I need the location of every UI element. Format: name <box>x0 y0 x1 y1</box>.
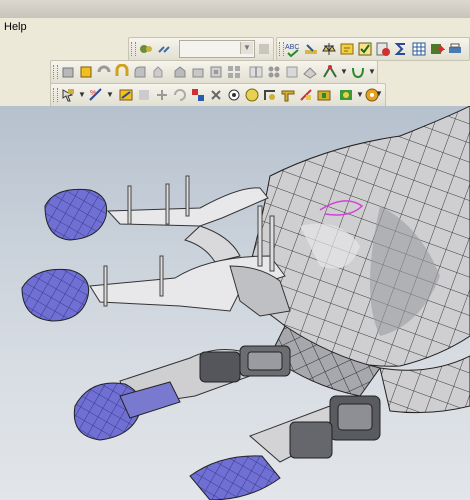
balance-icon[interactable] <box>321 41 337 57</box>
features-toolbar: ▼ ▼ <box>50 60 378 84</box>
appearance-icon[interactable] <box>338 87 354 103</box>
pattern-icon[interactable] <box>226 64 242 80</box>
mate-icon[interactable] <box>136 87 152 103</box>
section-icon[interactable] <box>262 87 278 103</box>
rib-icon[interactable] <box>208 64 224 80</box>
color-icon[interactable] <box>244 87 260 103</box>
chamfer-icon[interactable] <box>150 64 166 80</box>
graphics-viewport[interactable] <box>0 106 470 500</box>
select-icon[interactable] <box>60 87 76 103</box>
chevron-down-icon[interactable]: ▼ <box>356 90 364 100</box>
hand-model <box>21 106 470 500</box>
draft-icon[interactable] <box>190 64 206 80</box>
settings-check-icon[interactable] <box>375 41 391 57</box>
chevron-down-icon[interactable]: ▼ <box>368 67 376 77</box>
extrude-icon[interactable] <box>60 64 76 80</box>
menu-bar: Help <box>0 18 470 37</box>
note-icon[interactable] <box>339 41 355 57</box>
render-icon[interactable] <box>280 87 296 103</box>
fillet-icon[interactable] <box>132 64 148 80</box>
link-icon[interactable] <box>156 41 172 57</box>
fingertip-1 <box>44 188 108 241</box>
chevron-down-icon[interactable]: ▼ <box>78 90 86 100</box>
sketch-plane-icon[interactable] <box>302 64 318 80</box>
sweep-icon[interactable] <box>114 64 130 80</box>
toolbar-grip[interactable] <box>131 42 136 56</box>
chevron-down-icon[interactable]: ▼ <box>106 90 114 100</box>
hole-icon[interactable] <box>266 64 282 80</box>
sketch-icon[interactable] <box>118 87 134 103</box>
fingertip-2 <box>21 268 90 322</box>
print-icon[interactable] <box>447 41 463 57</box>
move-icon[interactable] <box>154 87 170 103</box>
sigma-icon[interactable] <box>393 41 409 57</box>
curve-icon[interactable] <box>284 64 300 80</box>
fingertip-4 <box>189 455 281 500</box>
hide-icon[interactable] <box>208 87 224 103</box>
standard-toolbar-right: ABC <box>276 37 470 61</box>
toolbar-area: ▼ ABC ▼ ▼ ▼ % ▼ ▼ ▼ <box>0 36 470 107</box>
spell-check-icon[interactable]: ABC <box>285 41 301 57</box>
rotate-icon[interactable] <box>172 87 188 103</box>
explode-icon[interactable] <box>190 87 206 103</box>
grid-icon[interactable] <box>411 41 427 57</box>
chevron-down-icon[interactable]: ▼ <box>240 42 253 54</box>
assembly-toolbar: ▼ % ▼ ▼ <box>50 83 386 107</box>
standard-toolbar-left: ▼ <box>128 37 274 61</box>
shell-icon[interactable] <box>172 64 188 80</box>
svg-text:%: % <box>90 90 96 97</box>
smart-dimension-icon[interactable]: % <box>88 87 104 103</box>
title-bar <box>0 0 470 19</box>
menu-help[interactable]: Help <box>4 21 27 33</box>
chevron-down-icon[interactable]: ▼ <box>340 67 348 77</box>
disabled-option-icon <box>256 41 272 57</box>
rebuild-icon[interactable] <box>138 41 154 57</box>
cut-icon[interactable] <box>78 64 94 80</box>
revolve-icon[interactable] <box>96 64 112 80</box>
toolbar-grip[interactable] <box>53 88 58 102</box>
show-icon[interactable] <box>226 87 242 103</box>
spline-icon[interactable] <box>322 64 338 80</box>
checkbox-icon[interactable] <box>357 41 373 57</box>
chevron-down-icon[interactable]: ▼ <box>375 89 383 99</box>
light-icon[interactable] <box>298 87 314 103</box>
toolbar-grip[interactable] <box>53 65 58 79</box>
mirror-icon[interactable] <box>248 64 264 80</box>
configuration-combo[interactable]: ▼ <box>179 40 255 58</box>
toolbar-grip[interactable] <box>279 42 284 56</box>
camera-icon[interactable] <box>316 87 332 103</box>
measure-icon[interactable] <box>303 41 319 57</box>
curve-spline-icon[interactable] <box>350 64 366 80</box>
export-icon[interactable] <box>429 41 445 57</box>
